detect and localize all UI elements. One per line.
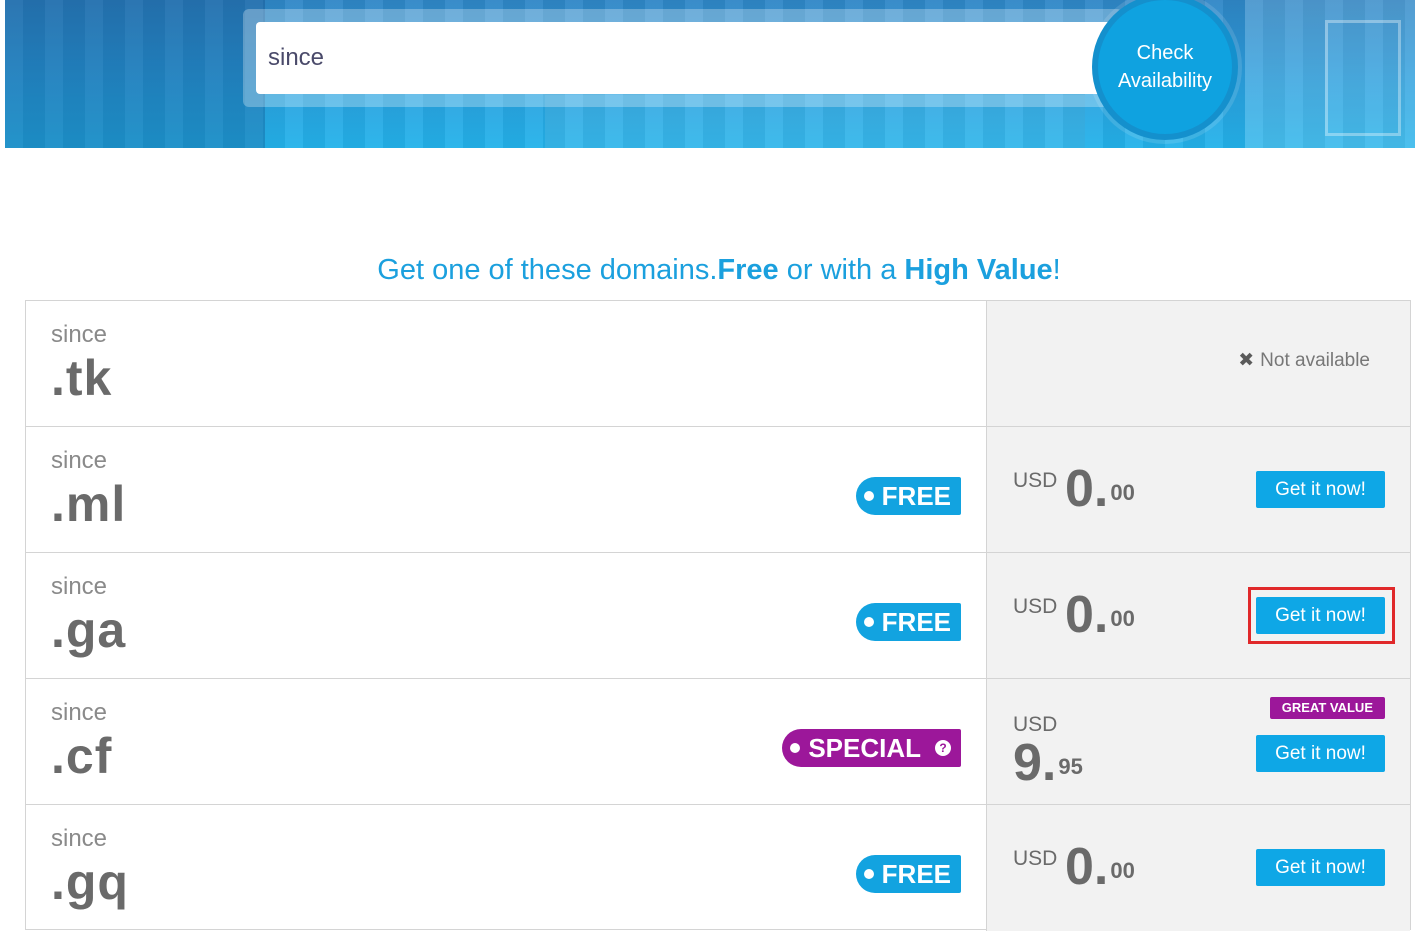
price-cents: 00 [1110, 480, 1135, 505]
price-cents: 95 [1058, 754, 1083, 779]
domain-row-tk: since .tk ✖ Not available [26, 301, 1410, 427]
special-badge[interactable]: SPECIAL? [782, 729, 961, 767]
price-cell: USD 0.00 Get it now! [986, 427, 1410, 552]
status-text: Not available [1260, 350, 1370, 371]
badge-label: FREE [881, 606, 951, 637]
free-badge: FREE [855, 477, 961, 515]
close-icon: ✖ [1238, 350, 1255, 371]
price-amount: 9.95 [1013, 737, 1083, 789]
price-integer: 9. [1013, 734, 1057, 792]
results-heading: Get one of these domains.Free or with a … [0, 254, 1415, 287]
check-availability-button[interactable]: Check Availability [1092, 0, 1238, 140]
heading-free: Free [717, 254, 779, 286]
get-it-now-button[interactable]: Get it now! [1256, 597, 1385, 634]
domain-name: since [51, 321, 108, 348]
domain-row-cf: since .cf SPECIAL? GREAT VALUE USD 9.95 … [26, 679, 1410, 805]
price-cell: USD 0.00 Get it now! [986, 553, 1410, 678]
domain-name: since [51, 699, 108, 726]
get-it-now-button[interactable]: Get it now! [1256, 471, 1385, 508]
get-it-now-button[interactable]: Get it now! [1256, 849, 1385, 886]
domain-cell: since .cf SPECIAL? [26, 679, 986, 804]
price-amount: 0.00 [1065, 841, 1135, 893]
badge-label: FREE [881, 480, 951, 511]
free-badge: FREE [855, 603, 961, 641]
domain-tld: .tk [51, 350, 113, 406]
price-cell: ✖ Not available [986, 301, 1410, 426]
check-availability-label: Availability [1117, 70, 1213, 92]
price-amount: 0.00 [1065, 589, 1135, 641]
domain-tld: .ml [51, 476, 127, 532]
heading-text: Get one of these domains. [377, 254, 718, 286]
great-value-tag: GREAT VALUE [1269, 697, 1385, 719]
price-cents: 00 [1110, 858, 1135, 883]
domain-row-ml: since .ml FREE USD 0.00 Get it now! [26, 427, 1410, 553]
heading-text: ! [1052, 254, 1061, 286]
price-currency: USD [1013, 469, 1058, 492]
price-currency: USD [1013, 595, 1058, 618]
badge-label: SPECIAL [808, 732, 921, 763]
domain-cell: since .gq FREE [26, 805, 986, 931]
domain-cell: since .tk [26, 301, 986, 426]
domain-tld: .gq [51, 854, 129, 910]
domain-search-input[interactable] [256, 22, 1118, 94]
banner-backdrop [1325, 20, 1401, 136]
domain-row-ga: since .ga FREE USD 0.00 Get it now! [26, 553, 1410, 679]
dot-icon [863, 491, 874, 501]
price-currency: USD [1013, 847, 1058, 870]
domain-tld: .ga [51, 602, 127, 658]
price-cents: 00 [1110, 606, 1135, 631]
domain-cell: since .ga FREE [26, 553, 986, 678]
not-available-status: ✖ Not available [1238, 349, 1370, 372]
domain-tld: .cf [51, 728, 113, 784]
dot-icon [863, 617, 874, 627]
domain-results-table: since .tk ✖ Not available since .ml FREE … [25, 300, 1411, 931]
dot-icon [790, 743, 801, 753]
free-badge: FREE [855, 855, 961, 893]
price-integer: 0. [1065, 460, 1109, 518]
check-availability-label: Check [1136, 42, 1194, 64]
get-it-now-button[interactable]: Get it now! [1256, 735, 1385, 772]
domain-row-gq: since .gq FREE USD 0.00 Get it now! [26, 805, 1410, 931]
help-icon[interactable]: ? [935, 740, 951, 756]
price-amount: 0.00 [1065, 463, 1135, 515]
price-integer: 0. [1065, 838, 1109, 896]
domain-cell: since .ml FREE [26, 427, 986, 552]
badge-label: FREE [881, 858, 951, 889]
domain-name: since [51, 825, 108, 852]
price-integer: 0. [1065, 586, 1109, 644]
domain-name: since [51, 447, 108, 474]
price-cell: USD 0.00 Get it now! [986, 805, 1410, 931]
domain-name: since [51, 573, 108, 600]
heading-high-value: High Value [904, 254, 1053, 286]
dot-icon [863, 869, 874, 879]
heading-text: or with a [778, 254, 905, 286]
price-cell: GREAT VALUE USD 9.95 Get it now! [986, 679, 1410, 804]
banner-backdrop [5, 0, 265, 148]
